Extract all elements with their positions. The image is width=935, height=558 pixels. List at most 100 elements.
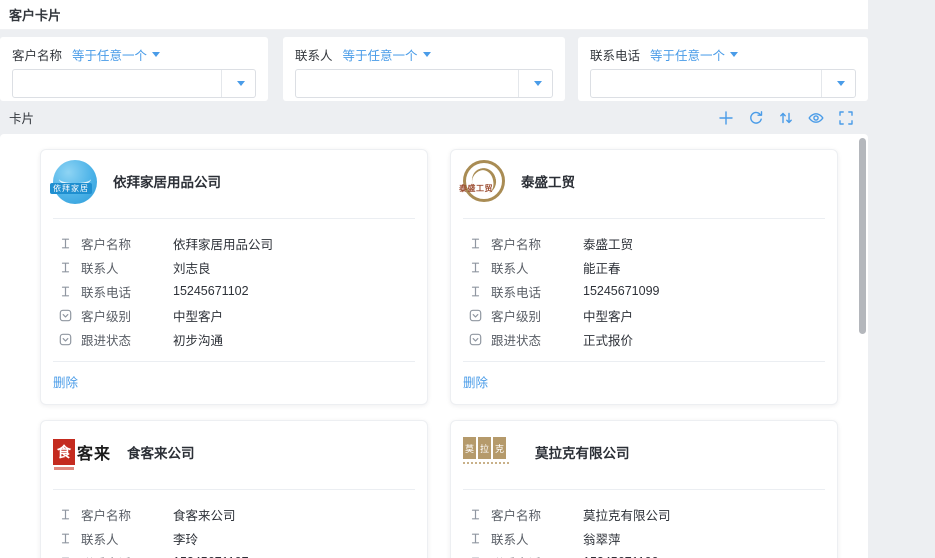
divider	[463, 361, 825, 362]
filter-operator-label: 等于任意一个	[72, 45, 147, 64]
customer-name-select[interactable]	[12, 69, 256, 98]
field-value: 中型客户	[583, 306, 633, 325]
field-row: 联系电话 15245671102	[59, 279, 415, 303]
card-header: 食客来食客来公司	[41, 421, 427, 489]
field-row: 联系人翁翠萍	[469, 526, 825, 550]
field-row: 联系人刘志良	[59, 255, 415, 279]
field-label: 客户级别	[81, 306, 163, 325]
filter-operator-dropdown[interactable]: 等于任意一个	[650, 45, 738, 64]
filter-contact-person: 联系人 等于任意一个	[283, 37, 565, 101]
field-row: 跟进状态正式报价	[469, 327, 825, 351]
company-name: 莫拉克有限公司	[535, 442, 630, 462]
refresh-icon[interactable]	[748, 110, 764, 126]
filter-row: 客户名称 等于任意一个 联系人 等于任意一个	[0, 37, 868, 101]
contact-phone-select[interactable]	[590, 69, 856, 98]
field-row: 联系电话15245671107	[59, 550, 415, 558]
card-fields: 客户名称依拜家居用品公司联系人刘志良联系电话15245671102客户级别中型客…	[41, 219, 427, 361]
customer-card[interactable]: 依拜家居依拜家居用品公司客户名称依拜家居用品公司联系人刘志良联系电话152456…	[40, 149, 428, 405]
field-label: 联系人	[491, 529, 573, 548]
field-value: 李玲	[173, 529, 198, 548]
company-name: 依拜家居用品公司	[113, 171, 221, 191]
delete-link[interactable]: 删除	[451, 362, 500, 404]
fullscreen-icon[interactable]	[838, 110, 854, 126]
company-logo: 食客来	[53, 435, 111, 469]
card-header: 泰盛工贸泰盛工贸	[451, 150, 837, 218]
select-field-icon	[469, 333, 482, 346]
card-fields: 客户名称泰盛工贸联系人能正春联系电话15245671099客户级别中型客户跟进状…	[451, 219, 837, 361]
scrollbar[interactable]	[859, 138, 866, 334]
field-value: 食客来公司	[173, 505, 236, 524]
text-field-icon	[59, 237, 72, 250]
filter-operator-dropdown[interactable]: 等于任意一个	[343, 45, 431, 64]
chevron-down-icon[interactable]	[221, 70, 255, 97]
cards-section-header: 卡片	[0, 101, 868, 134]
filter-operator-label: 等于任意一个	[650, 45, 725, 64]
field-row: 联系电话15245671099	[469, 279, 825, 303]
filter-operator-dropdown[interactable]: 等于任意一个	[72, 45, 160, 64]
field-value: 翁翠萍	[583, 529, 621, 548]
filter-label: 联系人	[295, 45, 333, 64]
add-icon[interactable]	[718, 110, 734, 126]
text-field-icon	[59, 508, 72, 521]
select-field-icon	[469, 309, 482, 322]
field-label: 客户名称	[491, 505, 573, 524]
field-label: 客户名称	[81, 505, 163, 524]
cards-section-title: 卡片	[9, 108, 34, 127]
chevron-down-icon	[423, 52, 431, 57]
chevron-down-icon[interactable]	[518, 70, 552, 97]
field-label: 联系电话	[81, 282, 163, 301]
field-label: 联系电话	[491, 282, 573, 301]
company-name: 泰盛工贸	[521, 171, 575, 191]
field-row: 客户级别中型客户	[59, 303, 415, 327]
field-value: 泰盛工贸	[583, 234, 633, 253]
filter-label: 联系电话	[590, 45, 640, 64]
field-row: 联系人能正春	[469, 255, 825, 279]
chevron-down-icon	[730, 52, 738, 57]
field-label: 联系电话	[81, 553, 163, 558]
field-row: 跟进状态初步沟通	[59, 327, 415, 351]
card-header: 莫拉克莫拉克有限公司	[451, 421, 837, 489]
filter-customer-name: 客户名称 等于任意一个	[0, 37, 268, 101]
text-field-icon	[469, 532, 482, 545]
field-value: 依拜家居用品公司	[173, 234, 273, 253]
field-label: 联系人	[81, 258, 163, 277]
eye-icon[interactable]	[808, 110, 824, 126]
filter-label: 客户名称	[12, 45, 62, 64]
field-label: 跟进状态	[491, 330, 573, 349]
contact-person-select[interactable]	[295, 69, 553, 98]
card-grid: 依拜家居依拜家居用品公司客户名称依拜家居用品公司联系人刘志良联系电话152456…	[0, 134, 868, 558]
divider	[53, 361, 415, 362]
field-value: 能正春	[583, 258, 621, 277]
delete-link[interactable]: 删除	[41, 362, 90, 404]
cards-panel: 依拜家居依拜家居用品公司客户名称依拜家居用品公司联系人刘志良联系电话152456…	[0, 134, 868, 558]
card-fields: 客户名称莫拉克有限公司联系人翁翠萍联系电话15245671100	[451, 490, 837, 558]
text-field-icon	[469, 237, 482, 250]
field-value: 15245671102	[173, 284, 249, 298]
field-value: 刘志良	[173, 258, 211, 277]
field-row: 客户名称泰盛工贸	[469, 231, 825, 255]
company-logo: 莫拉克	[463, 437, 519, 469]
sort-icon[interactable]	[778, 110, 794, 126]
customer-card[interactable]: 食客来食客来公司客户名称食客来公司联系人李玲联系电话15245671107删除	[40, 420, 428, 558]
text-field-icon	[59, 261, 72, 274]
field-label: 联系电话	[491, 553, 573, 558]
chevron-down-icon[interactable]	[821, 70, 855, 97]
card-fields: 客户名称食客来公司联系人李玲联系电话15245671107	[41, 490, 427, 558]
filter-operator-label: 等于任意一个	[343, 45, 418, 64]
text-field-icon	[469, 261, 482, 274]
field-value: 中型客户	[173, 306, 223, 325]
field-label: 联系人	[81, 529, 163, 548]
text-field-icon	[59, 532, 72, 545]
field-value: 正式报价	[583, 330, 633, 349]
text-field-icon	[469, 508, 482, 521]
chevron-down-icon	[152, 52, 160, 57]
title-bar: 客户卡片	[0, 0, 868, 30]
customer-card[interactable]: 莫拉克莫拉克有限公司客户名称莫拉克有限公司联系人翁翠萍联系电话152456711…	[450, 420, 838, 558]
field-row: 客户名称莫拉克有限公司	[469, 502, 825, 526]
page-title: 客户卡片	[9, 5, 61, 24]
customer-card[interactable]: 泰盛工贸泰盛工贸客户名称泰盛工贸联系人能正春联系电话15245671099客户级…	[450, 149, 838, 405]
field-label: 客户级别	[491, 306, 573, 325]
filter-contact-phone: 联系电话 等于任意一个	[578, 37, 868, 101]
field-row: 客户级别中型客户	[469, 303, 825, 327]
cards-toolbar	[718, 110, 854, 126]
